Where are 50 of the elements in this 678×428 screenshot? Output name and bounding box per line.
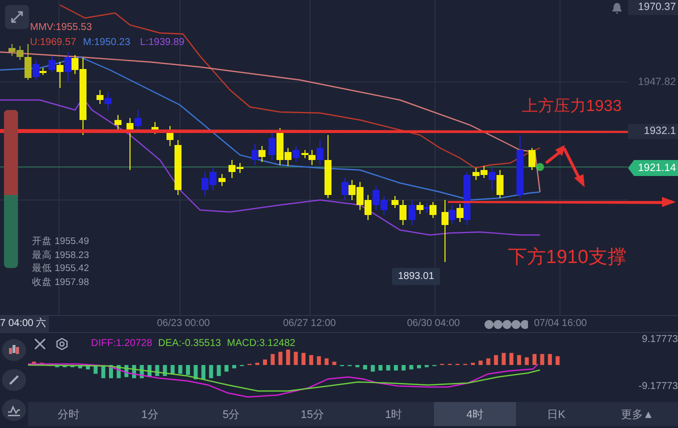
- pencil-icon: [7, 373, 21, 387]
- macd-value: MACD:3.12482: [226, 338, 296, 349]
- candlestick-icon: [7, 343, 21, 357]
- macd-axis-label: -9.17773: [638, 381, 678, 392]
- indicator-value: MMV:1955.53: [30, 22, 92, 33]
- crosshair-time-label: 7 04:00 六: [0, 316, 50, 332]
- zigzag-arrow: [545, 145, 585, 188]
- line-chart-icon: [7, 403, 21, 417]
- timeframe-tab[interactable]: 分时: [28, 402, 110, 426]
- macd-value: DEA:-0.35513: [158, 338, 221, 349]
- candlestick-tool-button[interactable]: [2, 339, 26, 361]
- ohlc-value: 最高 1958.23: [32, 248, 89, 262]
- price-label: 1947.82: [637, 75, 677, 90]
- timeframe-tab[interactable]: 1分: [109, 402, 190, 426]
- timeframe-tab[interactable]: 1时: [353, 402, 434, 426]
- ohlc-value: 开盘 1955.49: [32, 235, 89, 248]
- ohlc-value: 最低 1955.42: [32, 262, 89, 275]
- close-icon[interactable]: [34, 338, 46, 350]
- macd-axis-label: 9.17773: [642, 334, 678, 345]
- timeframe-tab[interactable]: 4时: [434, 402, 516, 426]
- annotation-text: 上方压力1933: [522, 96, 622, 117]
- timeframe-tab[interactable]: 更多▲: [596, 402, 678, 426]
- ohlc-value: 收盘 1957.98: [32, 276, 89, 288]
- bell-icon[interactable]: [611, 2, 623, 14]
- indicator-value: L:1939.89: [140, 37, 184, 48]
- timeframe-tab[interactable]: 15分: [272, 402, 353, 426]
- candlestick: [516, 134, 524, 198]
- indicator-value: U:1969.57: [30, 37, 76, 48]
- line-chart-tool-button[interactable]: [2, 399, 26, 421]
- time-label: 06/27 12:00: [283, 318, 336, 329]
- macd-value: DIFF:1.20728: [91, 338, 152, 349]
- settings-icon[interactable]: [56, 338, 68, 350]
- indicator-value: M:1950.23: [83, 37, 130, 48]
- dots-icon[interactable]: [484, 319, 528, 330]
- candlestick: [114, 114, 122, 130]
- collapse-button[interactable]: [5, 5, 29, 29]
- price-label: 1970.37: [628, 0, 678, 15]
- timeframe-tab[interactable]: 5分: [190, 402, 272, 426]
- timeframe-tab[interactable]: 日K: [516, 402, 597, 426]
- pencil-tool-button[interactable]: [2, 369, 26, 391]
- candlestick: [218, 174, 226, 186]
- low-price-tooltip: 1893.01: [392, 268, 440, 285]
- time-label: 06/30 04:00: [407, 318, 460, 329]
- time-label: 06/23 00:00: [157, 318, 210, 329]
- current-price-dot: [536, 163, 544, 171]
- time-label: 07/04 16:00: [534, 318, 587, 329]
- current-price-badge: 1921.14: [628, 160, 678, 176]
- price-label: 1932.1: [628, 124, 678, 139]
- candlestick: [528, 148, 536, 170]
- annotation-text: 下方1910支撑: [508, 246, 626, 270]
